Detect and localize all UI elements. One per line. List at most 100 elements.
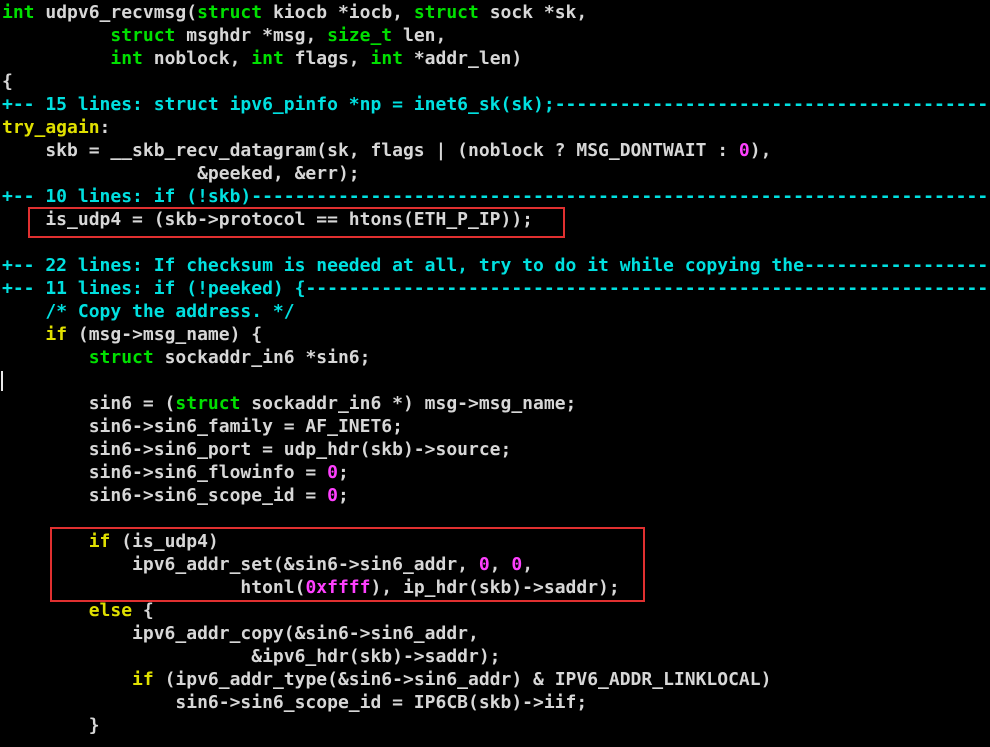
code-token-text: :	[99, 117, 111, 138]
code-token-text: {	[2, 71, 13, 92]
code-line[interactable]: else {	[2, 599, 154, 622]
code-line[interactable]: ipv6_addr_copy(&sin6->sin6_addr,	[2, 622, 479, 645]
code-line[interactable]: +-- 11 lines: if (!peeked) {------------…	[2, 277, 990, 300]
code-token-text: ), ip_hdr(skb)->saddr);	[370, 577, 620, 598]
code-token-text: ;	[337, 485, 349, 506]
code-line[interactable]: if (ipv6_addr_type(&sin6->sin6_addr) & I…	[2, 668, 771, 691]
code-line[interactable]: sin6->sin6_port = udp_hdr(skb)->source;	[2, 438, 512, 461]
code-token-text: *addr_len)	[403, 48, 523, 69]
code-token-conditional: else	[88, 600, 133, 621]
code-line[interactable]: sin6->sin6_flowinfo = 0;	[2, 461, 349, 484]
code-editor[interactable]: int udpv6_recvmsg(struct kiocb *iocb, st…	[0, 0, 990, 747]
code-line[interactable]: +-- 10 lines: if (!skb)-----------------…	[2, 185, 990, 208]
code-token-text: (msg->msg_name) {	[67, 324, 263, 345]
code-line[interactable]: /* Copy the address. */	[2, 300, 295, 323]
code-line[interactable]: sin6 = (struct sockaddr_in6 *) msg->msg_…	[2, 392, 577, 415]
code-token-text: msghdr *msg,	[175, 25, 328, 46]
code-line[interactable]: int noblock, int flags, int *addr_len)	[2, 47, 522, 70]
code-line[interactable]: +-- 22 lines: If checksum is needed at a…	[2, 254, 990, 277]
code-token-text: len,	[392, 25, 447, 46]
code-token-number: 0	[511, 554, 523, 575]
code-token-keyword: struct	[88, 347, 154, 368]
code-token-text: htonl(	[2, 577, 306, 598]
code-line[interactable]: struct msghdr *msg, size_t len,	[2, 24, 446, 47]
code-token-fold: +-- 15 lines: struct ipv6_pinfo *np = in…	[2, 94, 555, 115]
code-line[interactable]: &ipv6_hdr(skb)->saddr);	[2, 645, 501, 668]
code-token-comment: /* Copy the address. */	[45, 301, 295, 322]
code-line[interactable]: sin6->sin6_scope_id = IP6CB(skb)->iif;	[2, 691, 587, 714]
code-token-text: noblock,	[142, 48, 252, 69]
code-token-fold: +-- 10 lines: if (!skb)	[2, 186, 252, 207]
code-token-text: {	[132, 600, 154, 621]
code-line[interactable]: ipv6_addr_set(&sin6->sin6_addr, 0, 0,	[2, 553, 533, 576]
fold-marker-fill: ----------------------------------------…	[251, 186, 990, 207]
code-token-keyword: int	[2, 2, 35, 23]
code-token-keyword: struct	[197, 2, 263, 23]
code-token-text: sockaddr_in6 *sin6;	[153, 347, 371, 368]
code-line[interactable]: if (msg->msg_name) {	[2, 323, 262, 346]
code-token-text: flags,	[283, 48, 371, 69]
code-token-number: 0xffff	[305, 577, 371, 598]
code-line[interactable]: int udpv6_recvmsg(struct kiocb *iocb, st…	[2, 1, 587, 24]
code-token-text: ),	[749, 140, 772, 161]
code-line[interactable]: is_udp4 = (skb->protocol == htons(ETH_P_…	[2, 208, 533, 231]
fold-marker-fill: ----------------------------------------…	[554, 94, 990, 115]
code-token-keyword: int	[110, 48, 143, 69]
code-token-fold: +-- 22 lines: If checksum is needed at a…	[2, 255, 804, 276]
code-token-text: kiocb *iocb,	[262, 2, 414, 23]
code-token-conditional: if	[88, 531, 111, 552]
code-token-text: sin6 = (	[2, 393, 176, 414]
code-token-text: udpv6_recvmsg(	[34, 2, 198, 23]
code-token-text: ;	[337, 462, 349, 483]
code-token-keyword: struct	[175, 393, 241, 414]
code-token-conditional: if	[132, 669, 154, 690]
code-token-text: sin6->sin6_scope_id =	[2, 485, 328, 506]
code-token-text: &peeked, &err);	[2, 163, 360, 184]
code-line[interactable]: sin6->sin6_family = AF_INET6;	[2, 415, 403, 438]
code-token-keyword: struct	[413, 2, 479, 23]
code-token-number: 0	[327, 485, 338, 506]
code-token-text: ,	[489, 554, 512, 575]
code-token-text: &ipv6_hdr(skb)->saddr);	[2, 646, 501, 667]
code-line[interactable]: +-- 15 lines: struct ipv6_pinfo *np = in…	[2, 93, 990, 116]
code-token-text: sock *sk,	[478, 2, 588, 23]
fold-marker-fill: ----------------------------------------…	[803, 255, 990, 276]
code-line[interactable]: if (is_udp4)	[2, 530, 219, 553]
fold-marker-fill: ----------------------------------------…	[305, 278, 990, 299]
code-token-type: size_t	[327, 25, 393, 46]
code-line[interactable]: sin6->sin6_scope_id = 0;	[2, 484, 349, 507]
code-token-text: ipv6_addr_copy(&sin6->sin6_addr,	[2, 623, 479, 644]
code-token-number: 0	[738, 140, 750, 161]
code-token-text: (is_udp4)	[110, 531, 219, 552]
code-token-text: sockaddr_in6 *) msg->msg_name;	[240, 393, 577, 414]
code-token-text: sin6->sin6_scope_id = IP6CB(skb)->iif;	[2, 692, 588, 713]
code-token-text: }	[2, 715, 100, 736]
code-line[interactable]: htonl(0xffff), ip_hdr(skb)->saddr);	[2, 576, 620, 599]
code-token-keyword: int	[370, 48, 403, 69]
code-token-number: 0	[327, 462, 338, 483]
code-line[interactable]: }	[2, 714, 100, 737]
code-token-keyword: int	[251, 48, 284, 69]
code-token-label: try_again	[2, 117, 100, 138]
code-line[interactable]: struct sockaddr_in6 *sin6;	[2, 346, 371, 369]
code-token-text: sin6->sin6_flowinfo =	[2, 462, 328, 483]
code-token-text: ,	[522, 554, 534, 575]
code-line[interactable]: try_again:	[2, 116, 110, 139]
code-line[interactable]: {	[2, 70, 13, 93]
code-token-text: ipv6_addr_set(&sin6->sin6_addr,	[2, 554, 479, 575]
code-token-text: sin6->sin6_family = AF_INET6;	[2, 416, 403, 437]
code-token-text: sin6->sin6_port = udp_hdr(skb)->source;	[2, 439, 512, 460]
code-token-number: 0	[478, 554, 490, 575]
text-cursor	[1, 371, 3, 391]
code-line[interactable]: skb = __skb_recv_datagram(sk, flags | (n…	[2, 139, 771, 162]
code-token-conditional: if	[45, 324, 68, 345]
code-line[interactable]: &peeked, &err);	[2, 162, 360, 185]
